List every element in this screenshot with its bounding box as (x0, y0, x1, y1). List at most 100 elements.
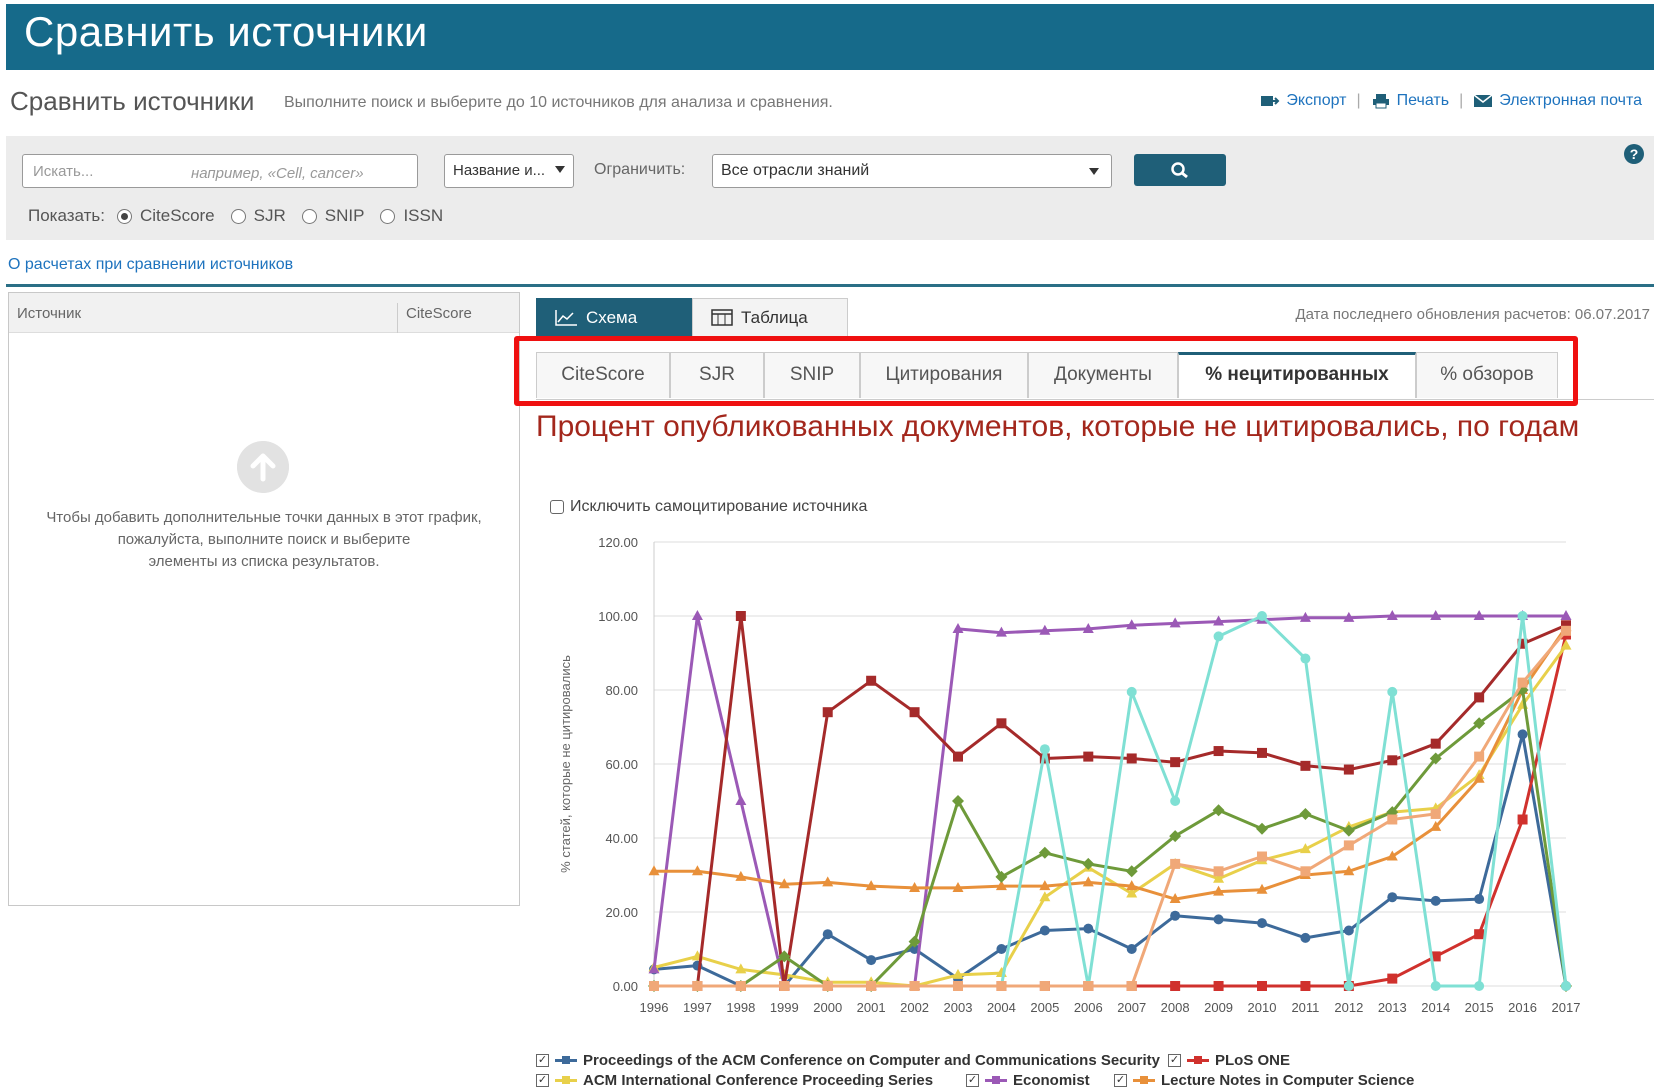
data-point (995, 870, 1008, 883)
data-point (1083, 751, 1094, 762)
radio-label: ISSN (403, 206, 444, 225)
x-tick-label: 2011 (1291, 1000, 1319, 1015)
checkbox-checked-icon: ✓ (966, 1074, 979, 1087)
data-point (735, 795, 747, 805)
data-point (1213, 746, 1224, 757)
data-point (1170, 981, 1181, 991)
data-point (735, 981, 746, 991)
data-point (1039, 744, 1050, 755)
chevron-down-icon (555, 166, 565, 173)
legend-item[interactable]: ✓ Lecture Notes in Computer Science (1114, 1072, 1414, 1087)
show-label: Показать: (28, 206, 105, 225)
data-point (1517, 677, 1528, 688)
subject-area-select[interactable]: Все отрасли знаний (712, 154, 1112, 188)
legend-label: Lecture Notes in Computer Science (1161, 1072, 1415, 1087)
legend-item[interactable]: ✓ Economist (966, 1072, 1090, 1087)
x-tick-label: 2009 (1204, 1000, 1233, 1015)
tab-citescore[interactable]: CiteScore (536, 352, 670, 398)
legend-item[interactable]: ✓ ACM International Conference Proceeding… (536, 1072, 933, 1087)
help-icon[interactable]: ? (1624, 144, 1644, 164)
radio-label: SJR (253, 206, 286, 225)
search-button[interactable] (1134, 154, 1226, 186)
tab-chart[interactable]: Схема (536, 298, 692, 338)
radio-checked-icon (117, 208, 132, 224)
tab-percent-uncited[interactable]: % нецитированных (1178, 352, 1416, 398)
limit-label: Ограничить: (594, 161, 686, 178)
data-point (1126, 944, 1137, 954)
x-tick-label: 2006 (1074, 1000, 1103, 1015)
x-tick-label: 1998 (726, 1000, 755, 1015)
data-point (1474, 751, 1485, 762)
tab-citations[interactable]: Цитирования (860, 352, 1028, 398)
data-point (1474, 981, 1485, 991)
empty-message-line: пожалуйста, выполните поиск и выберите (117, 531, 411, 548)
data-point (822, 707, 833, 718)
export-link[interactable]: Экспорт (1260, 92, 1346, 110)
export-icon (1261, 96, 1280, 106)
show-options: Показать: CiteScore SJR SNIP ISSN (28, 206, 459, 226)
line-chart-icon (555, 310, 577, 326)
radio-label: SNIP (324, 206, 365, 225)
last-updated: Дата последнего обновления расчетов: 06.… (1295, 306, 1650, 323)
section-description: Выполните поиск и выберите до 10 источни… (284, 94, 833, 111)
data-point (822, 929, 833, 940)
x-tick-label: 2008 (1161, 1000, 1190, 1015)
radio-unchecked-icon (230, 208, 246, 224)
y-tick-label: 120.00 (598, 535, 638, 550)
tab-documents[interactable]: Документы (1028, 352, 1178, 398)
print-icon (1372, 94, 1389, 109)
data-point (1474, 929, 1485, 940)
legend-item[interactable]: ✓ PLoS ONE (1168, 1052, 1290, 1069)
field-select-value: Название и... (453, 162, 546, 179)
tab-sjr[interactable]: SJR (670, 352, 764, 398)
tab-table-label: Таблица (741, 308, 808, 327)
data-point (1039, 925, 1050, 936)
data-point (1038, 846, 1051, 859)
about-calculations-link[interactable]: О расчетах при сравнении источников (8, 256, 293, 274)
radio-snip[interactable]: SNIP (301, 206, 365, 226)
tab-percent-reviews[interactable]: % обзоров (1416, 352, 1558, 398)
exclude-self-citation-checkbox[interactable]: Исключить самоцитирование источника (550, 498, 867, 516)
col-citescore[interactable]: CiteScore (397, 303, 472, 333)
section-title: Сравнить источники (10, 86, 255, 116)
data-point (1082, 857, 1095, 870)
metric-tabs: CiteScore SJR SNIP Цитирования Документы… (536, 352, 1654, 400)
y-axis-label: % статей, которые не цитировались (558, 655, 573, 873)
data-point (1257, 981, 1267, 991)
divider: | (1356, 92, 1361, 109)
data-point (1300, 866, 1311, 877)
y-tick-label: 0.00 (613, 979, 638, 994)
data-point (1561, 625, 1571, 636)
radio-unchecked-icon (380, 208, 396, 224)
empty-message-line: Чтобы добавить дополнительные точки данн… (46, 509, 482, 526)
x-tick-label: 2014 (1421, 1000, 1450, 1015)
x-tick-label: 2004 (987, 1000, 1016, 1015)
x-tick-label: 1997 (683, 1000, 712, 1015)
data-point (1387, 755, 1398, 766)
tab-snip[interactable]: SNIP (764, 352, 860, 398)
data-point (1474, 894, 1485, 905)
data-point (1517, 611, 1528, 621)
data-point (1257, 611, 1267, 621)
data-point (1170, 757, 1181, 768)
radio-sjr[interactable]: SJR (230, 206, 286, 226)
col-source[interactable]: Источник (17, 305, 81, 322)
legend-label: Proceedings of the ACM Conference on Com… (583, 1052, 1161, 1069)
tab-chart-label: Схема (586, 308, 638, 327)
tab-table[interactable]: Таблица (692, 298, 848, 338)
page-title: Сравнить источники (24, 8, 428, 55)
email-link[interactable]: Электронная почта (1473, 92, 1642, 110)
radio-citescore[interactable]: CiteScore (117, 206, 215, 226)
print-link[interactable]: Печать (1371, 92, 1449, 110)
action-links: Экспорт | Печать | Электронная почта (1260, 92, 1642, 110)
field-select[interactable]: Название и... (444, 154, 574, 188)
x-tick-label: 2007 (1117, 1000, 1146, 1015)
data-point (1126, 686, 1137, 697)
x-tick-label: 2015 (1465, 1000, 1494, 1015)
data-point (1474, 692, 1485, 703)
data-point (1300, 981, 1311, 991)
legend-item[interactable]: ✓ Proceedings of the ACM Conference on Co… (536, 1052, 1160, 1069)
data-point (1343, 981, 1354, 991)
search-input[interactable]: Искать... например, «Cell, cancer» (22, 154, 418, 188)
radio-issn[interactable]: ISSN (380, 206, 443, 226)
